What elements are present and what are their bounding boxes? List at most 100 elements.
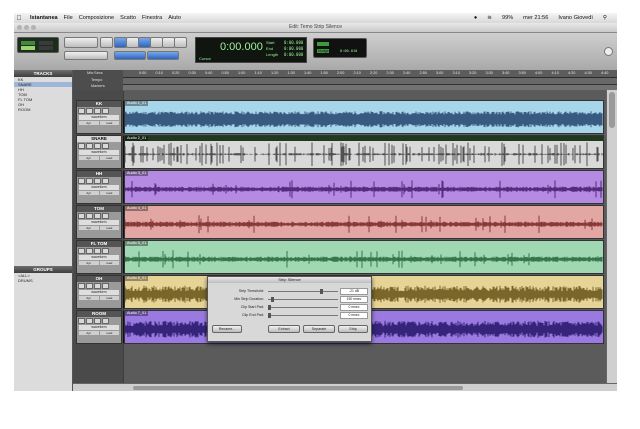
param-slider[interactable]	[268, 296, 338, 302]
track-header[interactable]: ROOM waveform dyn read	[76, 310, 127, 344]
track-view-selector[interactable]: waveform	[79, 220, 119, 225]
track-playlist-lane[interactable]: Audio 4_01	[124, 205, 604, 239]
mute-button[interactable]	[102, 248, 109, 254]
automation-mode-selector[interactable]: read	[99, 121, 119, 125]
close-icon[interactable]	[17, 25, 22, 30]
param-slider[interactable]	[268, 288, 338, 294]
param-value-field[interactable]: 150 msec	[340, 296, 368, 303]
automation-mode-selector[interactable]: read	[99, 331, 119, 335]
nudge-mode[interactable]	[147, 51, 179, 60]
min-secs-ruler[interactable]: 0:00 0:10 0:20 0:30 0:40 0:50 1:00 1:10 1:20 1:30…	[123, 70, 617, 78]
track-playlist-lane[interactable]: Audio 3_01	[124, 170, 604, 204]
tracks-list-item[interactable]: ROOM	[14, 107, 72, 112]
dyn-selector[interactable]: dyn	[79, 121, 99, 125]
mute-button[interactable]	[102, 108, 109, 114]
menu-aiuto[interactable]: Aiuto	[168, 15, 181, 21]
status-icon[interactable]: ●	[474, 15, 477, 21]
clock[interactable]: mer 21:56	[523, 15, 548, 21]
timeline-ruler[interactable]: 0:00 0:10 0:20 0:30 0:40 0:50 1:00 1:10 1:20 1:30…	[123, 70, 617, 92]
track-playlist-lane[interactable]: Audio 2_01	[124, 135, 604, 169]
record-button[interactable]	[78, 178, 85, 184]
user-name[interactable]: Ivano Giovedì	[558, 15, 593, 21]
input-monitor-button[interactable]	[86, 213, 93, 219]
input-monitor-button[interactable]	[86, 318, 93, 324]
main-counter[interactable]: 0:00.000 Start End Length 0:00.000 0:00.…	[195, 37, 307, 63]
track-view-selector[interactable]: waveform	[79, 255, 119, 260]
solo-button[interactable]	[94, 248, 101, 254]
rename-button[interactable]: Rename...	[212, 325, 242, 333]
menu-file[interactable]: File	[64, 15, 73, 21]
param-value-field[interactable]: 0 msec	[340, 304, 368, 311]
input-monitor-button[interactable]	[86, 248, 93, 254]
mute-button[interactable]	[102, 178, 109, 184]
dyn-selector[interactable]: dyn	[79, 191, 99, 195]
spotlight-icon[interactable]: ⚲	[603, 15, 607, 21]
input-monitor-button[interactable]	[86, 178, 93, 184]
mute-button[interactable]	[102, 143, 109, 149]
automation-mode-selector[interactable]: read	[99, 296, 119, 300]
vertical-scroll-thumb[interactable]	[609, 92, 615, 128]
zoom-toggle[interactable]	[100, 37, 113, 48]
param-slider-knob[interactable]	[268, 304, 271, 310]
track-size-buttons[interactable]	[64, 51, 108, 60]
minimize-icon[interactable]	[24, 25, 29, 30]
track-header[interactable]: FL TOM waveform dyn read	[76, 240, 127, 274]
battery-label[interactable]: 99%	[502, 15, 513, 21]
automation-mode-selector[interactable]: read	[99, 191, 119, 195]
horizontal-scroll-thumb[interactable]	[133, 386, 463, 390]
dyn-selector[interactable]: dyn	[79, 331, 99, 335]
menu-scatto[interactable]: Scatto	[120, 15, 136, 21]
record-button[interactable]	[78, 248, 85, 254]
horizontal-scrollbar[interactable]	[73, 383, 617, 391]
dyn-selector[interactable]: dyn	[79, 156, 99, 160]
track-header[interactable]: HH waveform dyn read	[76, 170, 127, 204]
audio-clip[interactable]: Audio 3_01	[124, 170, 604, 204]
groups-list-item[interactable]: DRUMS	[14, 278, 72, 283]
track-playlist-lane[interactable]: Audio 1_01	[124, 100, 604, 134]
apple-icon[interactable]: 	[14, 15, 24, 22]
input-monitor-button[interactable]	[86, 143, 93, 149]
automation-mode-selector[interactable]: read	[99, 226, 119, 230]
param-slider[interactable]	[268, 304, 338, 310]
audio-clip[interactable]: Audio 2_01	[124, 135, 604, 169]
automation-mode-selector[interactable]: read	[99, 156, 119, 160]
solo-button[interactable]	[94, 178, 101, 184]
extract-button[interactable]: Extract	[268, 325, 300, 333]
dyn-selector[interactable]: dyn	[79, 226, 99, 230]
automation-mode-selector[interactable]: read	[99, 261, 119, 265]
track-header[interactable]: SNARE waveform dyn read	[76, 135, 127, 169]
dyn-selector[interactable]: dyn	[79, 296, 99, 300]
menu-finestra[interactable]: Finestra	[142, 15, 162, 21]
record-button[interactable]	[78, 213, 85, 219]
track-view-selector[interactable]: waveform	[79, 185, 119, 190]
track-header[interactable]: TOM waveform dyn read	[76, 205, 127, 239]
track-header[interactable]: OH waveform dyn read	[76, 275, 127, 309]
solo-button[interactable]	[94, 318, 101, 324]
audio-clip[interactable]: Audio 1_01	[124, 100, 604, 134]
mute-button[interactable]	[102, 213, 109, 219]
groups-panel-title[interactable]: GROUPS	[14, 266, 72, 273]
menu-app[interactable]: Istantanea	[30, 15, 58, 21]
solo-button[interactable]	[94, 143, 101, 149]
edit-mode-display[interactable]	[17, 37, 59, 53]
zoom-buttons[interactable]	[64, 37, 98, 48]
grid-nudge-display[interactable]: Nudge 0:00.010	[313, 38, 367, 58]
track-view-selector[interactable]: waveform	[79, 290, 119, 295]
param-value-field[interactable]: 0 msec	[340, 312, 368, 319]
param-slider-knob[interactable]	[268, 312, 271, 318]
track-playlist-lane[interactable]: Audio 5_01	[124, 240, 604, 274]
record-button[interactable]	[78, 143, 85, 149]
solo-button[interactable]	[94, 213, 101, 219]
menu-composizione[interactable]: Composizione	[79, 15, 114, 21]
mute-button[interactable]	[102, 283, 109, 289]
audio-clip[interactable]: Audio 4_01	[124, 205, 604, 239]
param-slider[interactable]	[268, 312, 338, 318]
grid-mode[interactable]	[114, 51, 146, 60]
input-monitor-button[interactable]	[86, 108, 93, 114]
zoom-icon[interactable]	[31, 25, 36, 30]
track-view-selector[interactable]: waveform	[79, 325, 119, 330]
track-view-selector[interactable]: waveform	[79, 150, 119, 155]
track-view-selector[interactable]: waveform	[79, 115, 119, 120]
solo-button[interactable]	[94, 283, 101, 289]
tempo-ruler[interactable]	[123, 78, 617, 85]
